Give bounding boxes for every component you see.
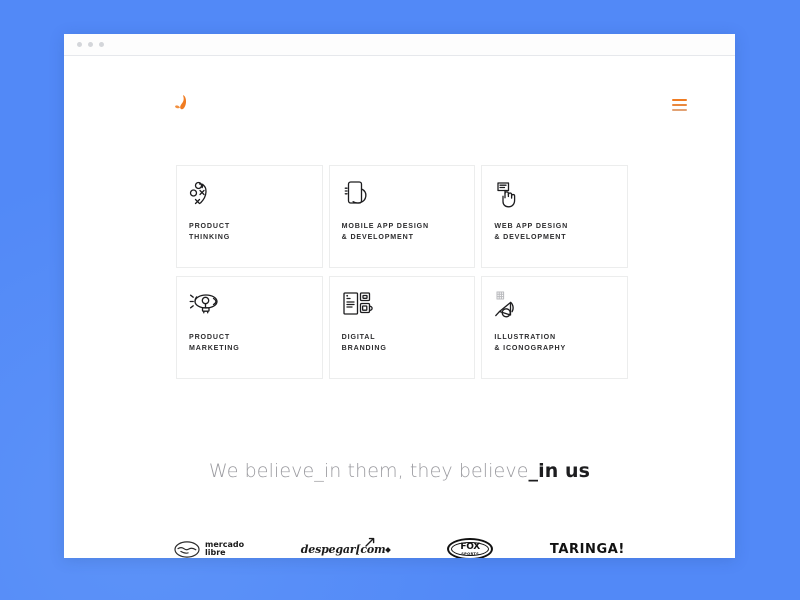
- taringa-wordmark: TARINGA!: [549, 541, 625, 557]
- service-card-title: MOBILE APP DESIGN & DEVELOPMENT: [341, 222, 430, 241]
- window-control-close[interactable]: [77, 42, 82, 47]
- client-logo-despegar[interactable]: despegar[com: [301, 534, 392, 558]
- window-control-minimize[interactable]: [88, 42, 93, 47]
- site-header: [64, 82, 735, 128]
- service-card-mobile-app[interactable]: MOBILE APP DESIGN & DEVELOPMENT: [328, 165, 476, 268]
- fox-sports-subtitle: SPORTS: [461, 551, 480, 556]
- hamburger-menu-icon[interactable]: [672, 99, 687, 111]
- believe-tagline: We believe_in them, they believe_in us: [64, 460, 735, 482]
- window-controls: [77, 42, 104, 47]
- mercado-libre-wordmark: mercado libre: [205, 540, 244, 558]
- browser-titlebar: [64, 34, 735, 56]
- service-card-title: ILLUSTRATION & ICONOGRAPHY: [494, 333, 567, 352]
- service-card-product-marketing[interactable]: PRODUCT MARKETING: [176, 276, 323, 379]
- client-logo-fox-sports[interactable]: FOX SPORTS: [447, 534, 494, 558]
- pointing-hand-cursor-icon: [494, 180, 615, 214]
- client-logo-mercado-libre[interactable]: mercado libre: [174, 534, 244, 558]
- service-card-title: PRODUCT THINKING: [189, 222, 231, 241]
- stationery-brand-collateral-icon: [342, 291, 463, 325]
- strategy-playbook-icon: [189, 180, 310, 214]
- service-card-title: PRODUCT MARKETING: [189, 333, 240, 352]
- window-control-maximize[interactable]: [99, 42, 104, 47]
- page-viewport: PRODUCT THINKING MOBILE APP DESIGN & DEV…: [64, 56, 735, 558]
- service-card-title: WEB APP DESIGN & DEVELOPMENT: [494, 222, 569, 241]
- tagline-accent: _in us: [528, 460, 591, 482]
- browser-window: PRODUCT THINKING MOBILE APP DESIGN & DEV…: [64, 34, 735, 558]
- pen-nib-illustration-icon: [494, 291, 615, 325]
- fox-wordmark: FOX: [460, 541, 480, 552]
- client-logos-row: mercado libre despegar[com FOX SPORTS TA…: [174, 534, 625, 558]
- service-card-product-thinking[interactable]: PRODUCT THINKING: [176, 165, 323, 268]
- despegar-arrow-icon: [365, 537, 375, 547]
- brand-droplet-logo[interactable]: [174, 93, 190, 117]
- hamburger-line-2: [672, 104, 687, 106]
- hamburger-line-1: [672, 99, 687, 101]
- service-card-illustration[interactable]: ILLUSTRATION & ICONOGRAPHY: [481, 276, 628, 379]
- mercado-libre-handshake-icon: [174, 540, 200, 558]
- service-card-web-app[interactable]: WEB APP DESIGN & DEVELOPMENT: [481, 165, 628, 268]
- service-card-digital-branding[interactable]: DIGITAL BRANDING: [328, 276, 476, 379]
- hand-holding-phone-icon: [342, 180, 463, 214]
- zeppelin-airship-icon: [189, 291, 310, 325]
- tagline-lead: We believe_in them, they believe: [208, 460, 529, 482]
- client-logo-taringa[interactable]: TARINGA!: [550, 534, 625, 558]
- services-grid: PRODUCT THINKING MOBILE APP DESIGN & DEV…: [176, 165, 628, 379]
- service-card-title: DIGITAL BRANDING: [341, 333, 387, 352]
- hamburger-line-3: [672, 109, 687, 111]
- despegar-diamond-icon: [385, 546, 392, 553]
- ml-line2: libre: [205, 548, 226, 557]
